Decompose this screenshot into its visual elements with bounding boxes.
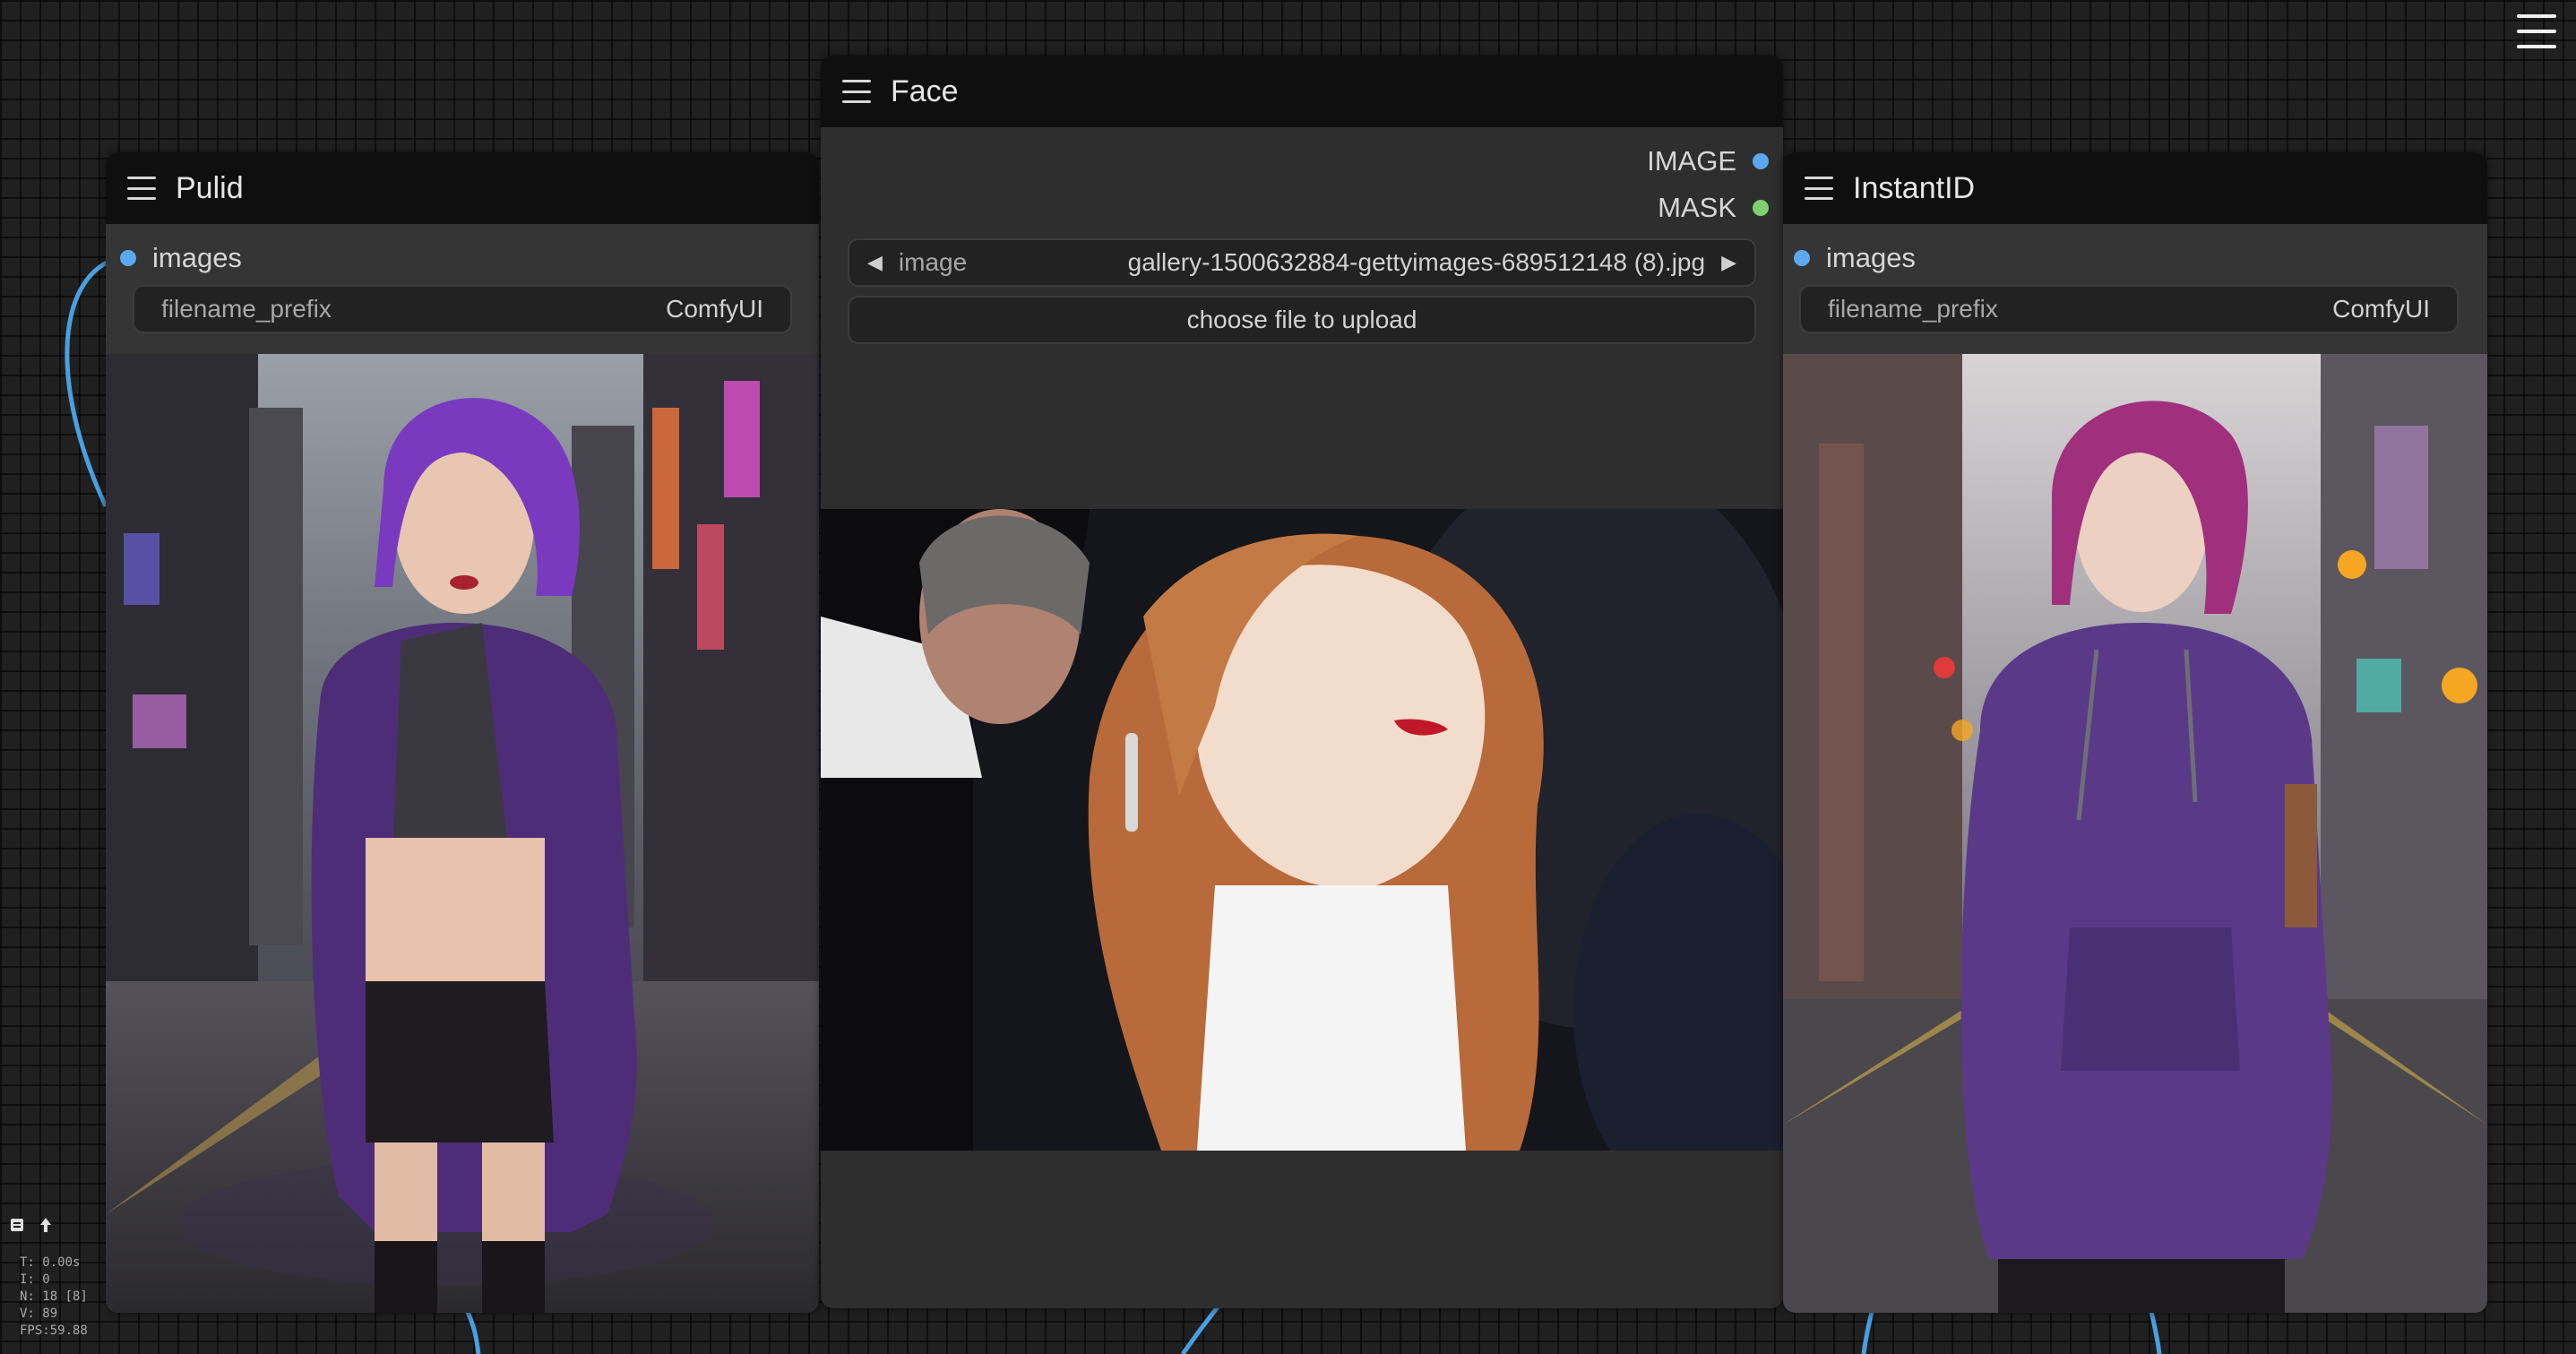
instantid-node[interactable]: InstantID images filename_prefix ComfyUI [1783,152,2487,1313]
widget-value: ComfyUI [666,295,763,323]
canvas-tools [9,1217,54,1233]
arrow-left-icon[interactable]: ◀ [867,251,883,274]
pin-icon[interactable] [38,1217,54,1233]
slot-label: images [1826,242,1916,273]
pulid-title-bar[interactable]: Pulid [106,152,819,224]
output-image-preview [1783,354,2487,1313]
render-stats: T: 0.00s I: 0 N: 18 [8] V: 89 FPS:59.88 [20,1255,88,1340]
face-node[interactable]: Face IMAGE MASK ◀ image gallery-15006328… [821,56,1783,1308]
output-dot[interactable] [1753,200,1769,216]
stat-v: V: 89 [20,1307,58,1321]
face-image-preview [821,509,1783,1151]
widget-label: filename_prefix [1828,295,1998,323]
filename-prefix-widget[interactable]: filename_prefix ComfyUI [133,285,792,333]
stat-time: T: 0.00s [20,1255,81,1270]
arrow-right-icon[interactable]: ▶ [1721,251,1736,274]
images-input-slot[interactable]: images [1794,242,1916,274]
widget-label: image [898,248,968,276]
hamburger-icon[interactable] [842,80,871,103]
slot-label: MASK [1658,192,1736,223]
stat-i: I: 0 [20,1272,50,1287]
widget-value: ComfyUI [2332,295,2430,323]
face-title-bar[interactable]: Face [821,56,1783,127]
clipboard-icon[interactable] [9,1217,25,1233]
output-dot[interactable] [1753,153,1769,169]
slot-label: IMAGE [1647,145,1736,177]
stat-fps: FPS:59.88 [20,1324,88,1338]
hamburger-icon[interactable] [127,177,156,200]
mask-output-slot[interactable]: MASK [1658,192,1769,224]
widget-value: gallery-1500632884-gettyimages-689512148… [1127,248,1706,276]
instantid-title-bar[interactable]: InstantID [1783,152,2487,224]
upload-button[interactable]: choose file to upload [848,296,1756,344]
image-output-slot[interactable]: IMAGE [1647,145,1769,177]
images-input-slot[interactable]: images [120,242,242,274]
image-combo-widget[interactable]: ◀ image gallery-1500632884-gettyimages-6… [848,238,1756,287]
widget-label: filename_prefix [161,295,332,323]
node-title: Pulid [176,170,244,205]
hamburger-icon[interactable] [1805,177,1833,200]
pulid-node[interactable]: Pulid images filename_prefix ComfyUI [106,152,819,1313]
menu-icon[interactable] [2517,14,2556,48]
input-dot[interactable] [1794,250,1810,266]
node-title: InstantID [1853,170,1976,205]
slot-label: images [152,242,242,273]
button-label: choose file to upload [1186,306,1417,333]
node-title: Face [891,73,959,108]
output-image-preview [106,354,819,1313]
stat-nodes: N: 18 [8] [20,1289,88,1304]
filename-prefix-widget[interactable]: filename_prefix ComfyUI [1799,285,2459,333]
input-dot[interactable] [120,250,136,266]
